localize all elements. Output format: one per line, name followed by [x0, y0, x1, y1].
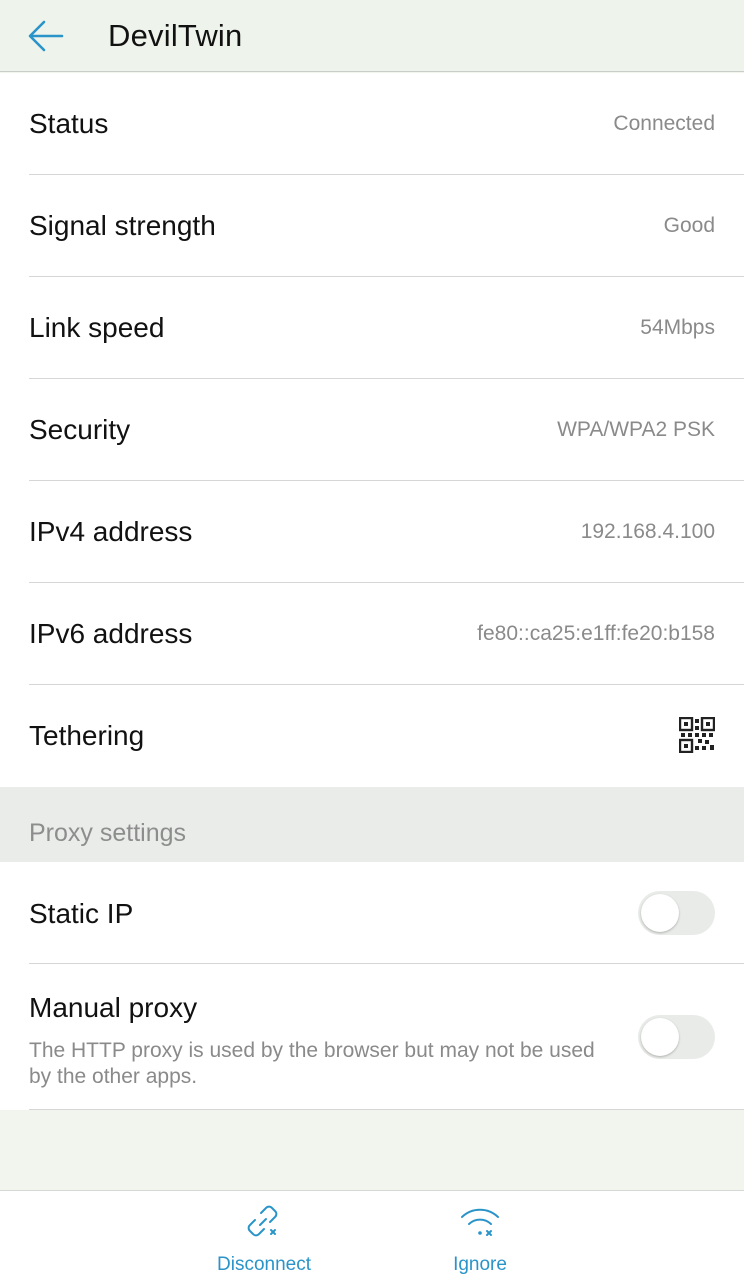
detail-value: WPA/WPA2 PSK — [557, 418, 715, 441]
proxy-settings-list: Static IP Manual proxy The HTTP proxy is… — [0, 862, 744, 1110]
detail-row-ipv6: IPv6 address fe80::ca25:e1ff:fe20:b158 — [0, 583, 744, 685]
ignore-label: Ignore — [453, 1254, 507, 1275]
disconnect-label: Disconnect — [217, 1254, 311, 1275]
app-bar: DevilTwin — [0, 0, 744, 72]
detail-label: IPv6 address — [29, 618, 193, 649]
manual-proxy-row[interactable]: Manual proxy The HTTP proxy is used by t… — [0, 964, 744, 1110]
bottom-action-bar: Disconnect Ignore — [0, 1190, 744, 1280]
detail-value: 54Mbps — [640, 316, 715, 339]
toggle-knob — [641, 1018, 679, 1056]
detail-label: Status — [29, 108, 109, 139]
divider — [29, 1109, 744, 1110]
static-ip-toggle[interactable] — [638, 891, 715, 935]
manual-proxy-description: The HTTP proxy is used by the browser bu… — [29, 1039, 595, 1088]
detail-row-status: Status Connected — [0, 73, 744, 175]
detail-label: Security — [29, 414, 131, 445]
toggle-knob — [641, 894, 679, 932]
broken-link-icon — [247, 1205, 278, 1237]
detail-row-tethering[interactable]: Tethering — [0, 685, 744, 787]
detail-label: Tethering — [29, 720, 145, 751]
detail-row-security: Security WPA/WPA2 PSK — [0, 379, 744, 481]
detail-value: Connected — [613, 112, 715, 135]
ignore-button[interactable]: Ignore — [400, 1191, 560, 1280]
manual-proxy-toggle[interactable] — [638, 1015, 715, 1059]
detail-label: IPv4 address — [29, 516, 193, 547]
disconnect-button[interactable]: Disconnect — [184, 1191, 344, 1280]
detail-label: Link speed — [29, 312, 165, 343]
static-ip-row[interactable]: Static IP — [0, 862, 744, 964]
section-header-proxy: Proxy settings — [0, 787, 744, 862]
arrow-left-icon — [28, 20, 64, 52]
static-ip-label: Static IP — [29, 898, 134, 929]
qr-code-icon[interactable] — [679, 717, 715, 753]
detail-row-signal-strength: Signal strength Good — [0, 175, 744, 277]
detail-row-link-speed: Link speed 54Mbps — [0, 277, 744, 379]
detail-row-ipv4: IPv4 address 192.168.4.100 — [0, 481, 744, 583]
back-button[interactable] — [22, 14, 70, 58]
wifi-details-screen: DevilTwin Status Connected Signal streng… — [0, 0, 744, 1280]
network-details-list: Status Connected Signal strength Good Li… — [0, 73, 744, 787]
wifi-forget-icon — [461, 1208, 499, 1236]
detail-label: Signal strength — [29, 210, 216, 241]
detail-value: fe80::ca25:e1ff:fe20:b158 — [477, 622, 715, 645]
manual-proxy-label: Manual proxy — [29, 992, 198, 1023]
detail-value: Good — [663, 214, 715, 237]
page-title: DevilTwin — [108, 18, 243, 53]
detail-value: 192.168.4.100 — [580, 520, 715, 543]
